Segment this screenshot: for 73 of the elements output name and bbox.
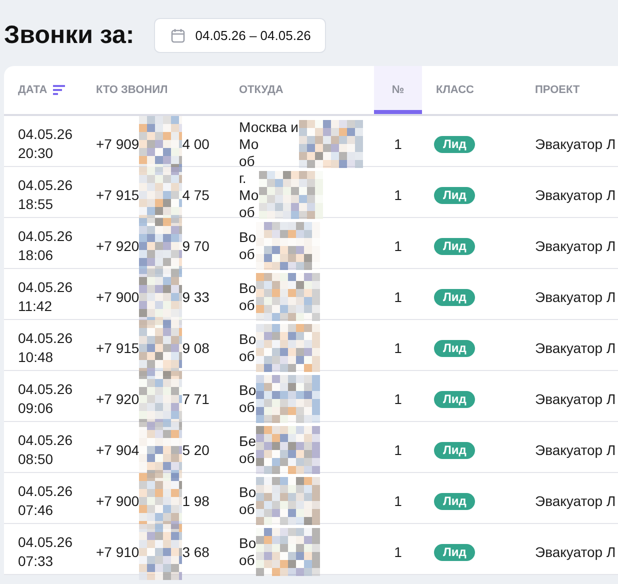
date-cell-text: 04.05.26 18:06 — [18, 227, 74, 265]
phone-text: 9 70 — [182, 238, 210, 254]
count-cell-text: 1 — [393, 544, 403, 560]
class-tag: Лид — [434, 442, 476, 458]
column-header[interactable]: ПРОЕКТ — [521, 66, 618, 114]
project-cell-text: Эвакуатор Л — [535, 289, 617, 305]
phone-text: 7 71 — [182, 391, 210, 407]
phone-text: +7 915 — [96, 340, 140, 356]
phone-text: +7 900 — [96, 493, 140, 509]
count-cell-text: 1 — [393, 187, 403, 203]
date-cell-text: 04.05.26 11:42 — [18, 278, 74, 316]
phone-text: +7 909 — [96, 136, 140, 152]
phone-text: 4 75 — [182, 187, 210, 203]
origin-cell: Бе об — [239, 433, 256, 467]
project-cell-text: Эвакуатор Л — [535, 187, 617, 203]
date-cell-text: 04.05.26 20:30 — [18, 125, 74, 163]
calendar-icon — [171, 28, 186, 42]
project-cell-text: Эвакуатор Л — [535, 391, 617, 407]
class-tag: Лид — [434, 390, 476, 408]
column-header[interactable]: КТО ЗВОНИЛ — [96, 66, 239, 114]
origin-cell: Во об — [239, 280, 256, 314]
count-cell-text: 1 — [393, 238, 403, 254]
phone-text: +7 920 — [96, 238, 140, 254]
phone-text: +7 904 — [96, 442, 140, 458]
page-title: Звонки за: — [4, 20, 134, 50]
class-tag: Лид — [434, 492, 476, 510]
date-cell-text: 04.05.26 07:46 — [18, 482, 74, 520]
class-tag: Лид — [434, 340, 476, 356]
count-cell-text: 1 — [393, 442, 403, 458]
column-header[interactable]: КЛАСС — [422, 66, 521, 114]
project-cell-text: Эвакуатор Л — [535, 238, 617, 254]
count-cell-text: 1 — [393, 289, 403, 305]
column-header[interactable]: ОТКУДА — [239, 66, 374, 114]
count-cell-text: 1 — [393, 493, 403, 509]
date-cell-text: 04.05.26 09:06 — [18, 380, 74, 418]
count-cell-text: 1 — [393, 340, 403, 356]
count-cell-text: 1 — [393, 136, 403, 152]
phone-text: 9 08 — [182, 340, 210, 356]
class-tag: Лид — [434, 136, 476, 152]
phone-text: +7 920 — [96, 391, 140, 407]
phone-text: 1 98 — [182, 493, 210, 509]
phone-text: 5 20 — [182, 442, 210, 458]
redacted-mosaic — [139, 320, 182, 376]
project-cell-text: Эвакуатор Л — [535, 442, 617, 458]
phone-text: 3 68 — [182, 544, 210, 560]
project-cell-text: Эвакуатор Л — [535, 340, 617, 356]
column-header[interactable]: ДАТА — [18, 66, 96, 114]
origin-cell: Во об — [239, 331, 256, 365]
count-cell-text: 1 — [393, 391, 403, 407]
phone-text: +7 910 — [96, 544, 140, 560]
date-cell-text: 04.05.26 07:33 — [18, 533, 74, 571]
class-tag: Лид — [434, 288, 476, 306]
origin-cell: Во об — [239, 229, 256, 263]
class-tag: Лид — [434, 186, 476, 204]
phone-text: 4 00 — [182, 136, 210, 152]
origin-cell: Во об — [239, 535, 256, 569]
date-cell-text: 04.05.26 18:55 — [18, 176, 74, 214]
date-cell-text: 04.05.26 10:48 — [18, 329, 74, 367]
origin-cell: Во об — [239, 484, 256, 518]
project-cell-text: Эвакуатор Л — [535, 544, 617, 560]
class-tag: Лид — [434, 544, 476, 560]
date-cell-text: 04.05.26 08:50 — [18, 431, 74, 469]
date-range-button[interactable]: 04.05.26 – 04.05.26 — [154, 18, 326, 52]
project-cell-text: Эвакуатор Л — [535, 136, 617, 152]
class-tag: Лид — [434, 238, 476, 254]
origin-cell: г. Мо об — [239, 170, 259, 220]
column-header[interactable]: № — [374, 66, 422, 114]
phone-text: +7 915 — [96, 187, 140, 203]
phone-text: +7 900 — [96, 289, 140, 305]
origin-cell: Во об — [239, 382, 256, 416]
project-cell-text: Эвакуатор Л — [535, 493, 617, 509]
sort-icon[interactable] — [53, 85, 66, 95]
phone-text: 9 33 — [182, 289, 210, 305]
